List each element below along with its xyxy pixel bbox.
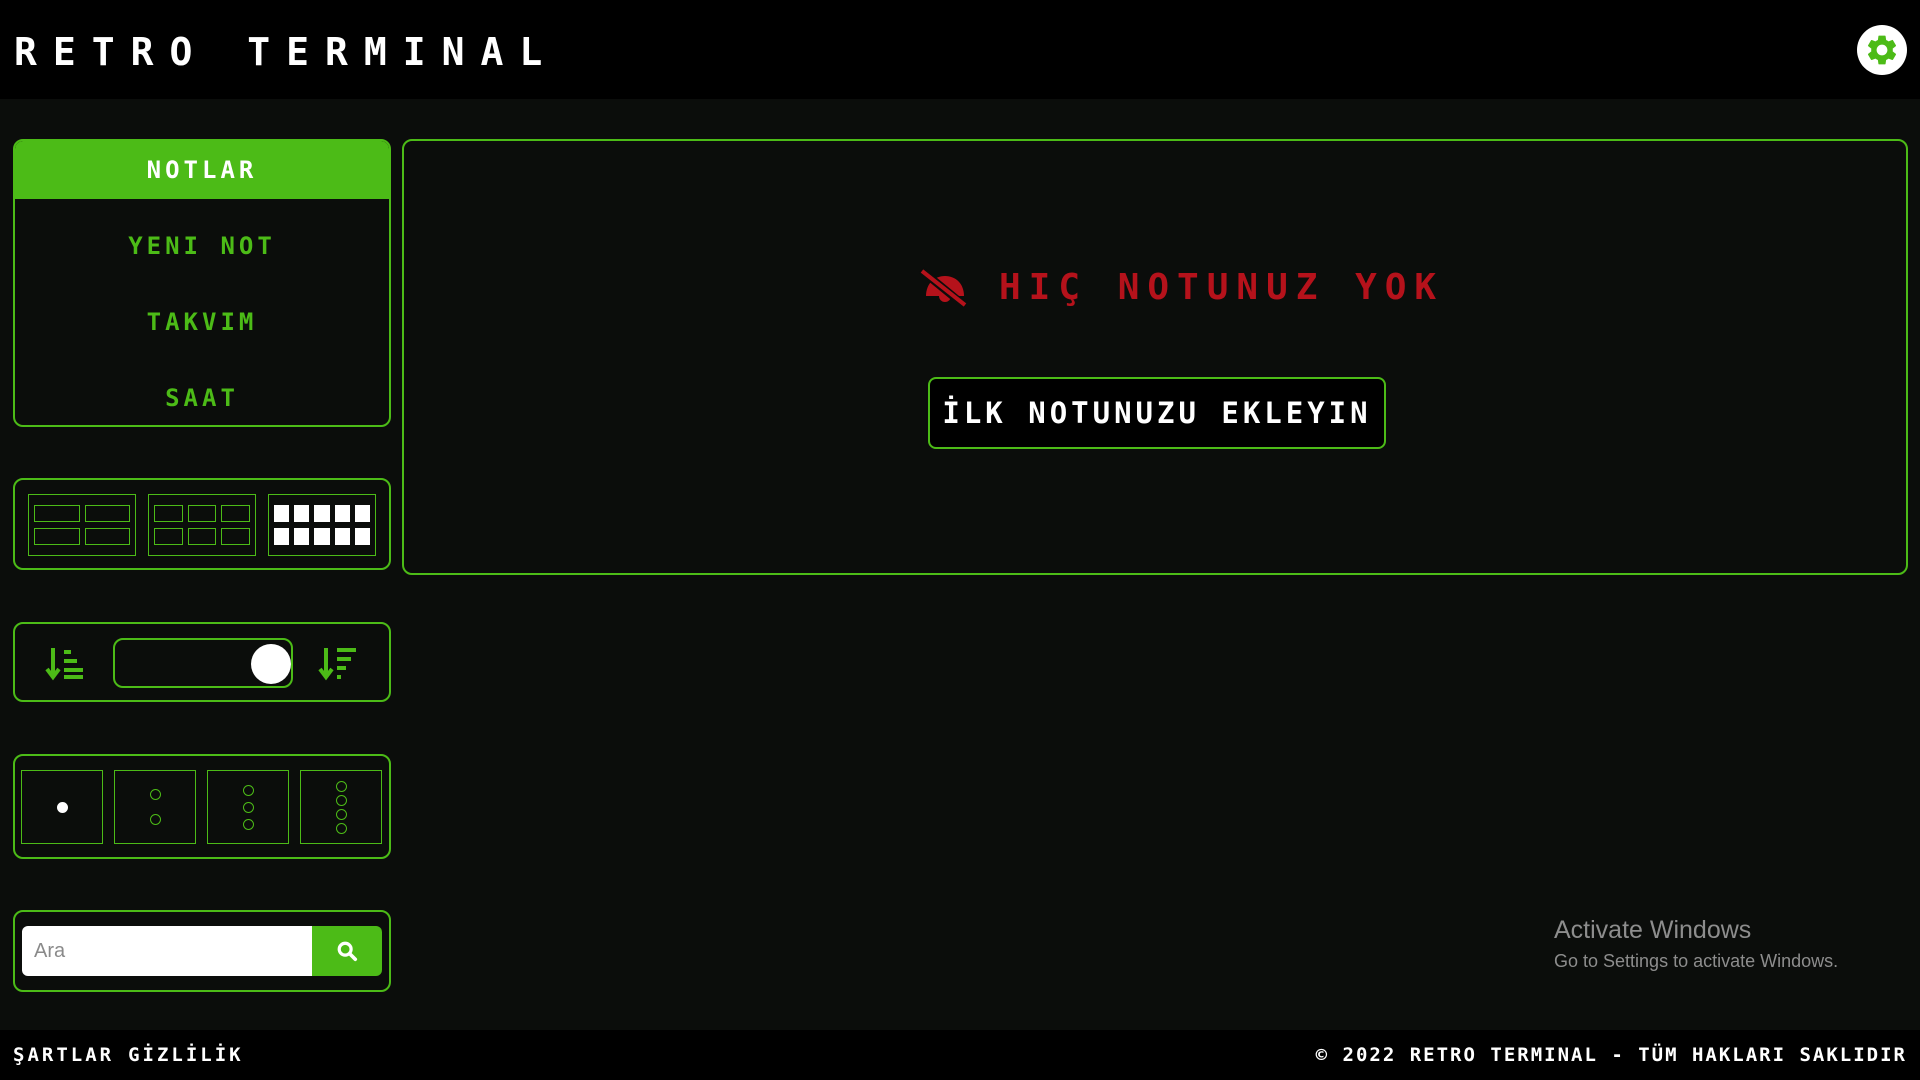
- top-bar: RETRO TERMINAL: [0, 0, 1920, 99]
- search-icon: [337, 941, 358, 962]
- windows-activation-watermark: Activate Windows Go to Settings to activ…: [1554, 916, 1838, 972]
- column-option-1[interactable]: [21, 770, 103, 844]
- nav-item-label: SAAT: [165, 384, 239, 412]
- nav-item-notlar[interactable]: NOTLAR: [15, 141, 389, 199]
- gear-icon: [1867, 35, 1897, 65]
- layout-option-3x2[interactable]: [148, 494, 256, 556]
- nav-item-saat[interactable]: SAAT: [15, 369, 389, 425]
- search-input[interactable]: [22, 926, 312, 976]
- footer-link-privacy[interactable]: GİZLİLİK: [128, 1044, 244, 1066]
- copyright-text: © 2022 RETRO TERMINAL - TÜM HAKLARI SAKL…: [1315, 1044, 1907, 1066]
- footer-links: ŞARTLAR GİZLİLİK: [13, 1044, 244, 1066]
- nav-item-label: YENI NOT: [128, 232, 276, 260]
- nav-item-yeni-not[interactable]: YENI NOT: [15, 217, 389, 275]
- nav-item-label: NOTLAR: [146, 156, 258, 184]
- watermark-title: Activate Windows: [1554, 916, 1752, 944]
- sort-controls: [13, 622, 391, 702]
- notes-area: HIÇ NOTUNUZ YOK İLK NOTUNUZU EKLEYIN: [402, 139, 1908, 575]
- column-option-2[interactable]: [114, 770, 196, 844]
- nav-item-takvim[interactable]: TAKVIM: [15, 293, 389, 351]
- empty-state: HIÇ NOTUNUZ YOK: [919, 266, 1444, 308]
- layout-selector: [13, 478, 391, 570]
- watermark-subtitle: Go to Settings to activate Windows.: [1554, 951, 1839, 971]
- column-option-4[interactable]: [300, 770, 382, 844]
- column-selector: [13, 754, 391, 859]
- nav-item-label: TAKVIM: [146, 308, 258, 336]
- main-nav: NOTLAR YENI NOT TAKVIM SAAT: [13, 139, 391, 427]
- sort-order-toggle[interactable]: [113, 638, 293, 688]
- no-notes-icon: [919, 266, 968, 308]
- search-button[interactable]: [312, 926, 382, 976]
- column-option-3[interactable]: [207, 770, 289, 844]
- footer-link-terms[interactable]: ŞARTLAR: [13, 1044, 114, 1066]
- empty-message: HIÇ NOTUNUZ YOK: [999, 266, 1445, 308]
- sort-descending-icon[interactable]: [318, 642, 360, 684]
- add-first-note-button[interactable]: İLK NOTUNUZU EKLEYIN: [928, 377, 1386, 449]
- toggle-knob: [251, 644, 291, 684]
- layout-option-5x2[interactable]: [268, 494, 376, 556]
- app-title: RETRO TERMINAL: [14, 30, 559, 74]
- search-box: [13, 910, 391, 992]
- settings-button[interactable]: [1857, 25, 1907, 75]
- sort-ascending-icon[interactable]: [45, 642, 87, 684]
- layout-option-2x2[interactable]: [28, 494, 136, 556]
- footer: ŞARTLAR GİZLİLİK © 2022 RETRO TERMINAL -…: [0, 1030, 1920, 1080]
